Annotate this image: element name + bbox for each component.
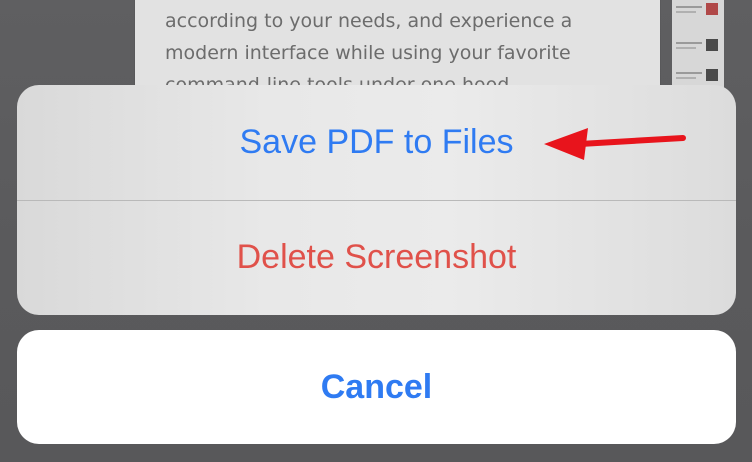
preview-thumbnail-row [676, 68, 720, 84]
cancel-label: Cancel [320, 367, 433, 406]
preview-thumbnail-row [676, 38, 720, 54]
preview-thumbnail-strip [672, 0, 724, 95]
delete-screenshot-label: Delete Screenshot [236, 238, 517, 276]
preview-line-2: modern interface while using your favori… [165, 42, 571, 64]
preview-line-1: according to your needs, and experience … [165, 10, 573, 32]
red-arrow-icon [544, 128, 686, 160]
delete-screenshot-button[interactable]: Delete Screenshot [17, 200, 736, 315]
preview-thumbnail-row [676, 2, 720, 18]
action-sheet-options: Save PDF to Files Delete Screenshot [17, 85, 736, 315]
cancel-button[interactable]: Cancel [17, 330, 736, 444]
save-pdf-to-files-label: Save PDF to Files [239, 123, 514, 161]
